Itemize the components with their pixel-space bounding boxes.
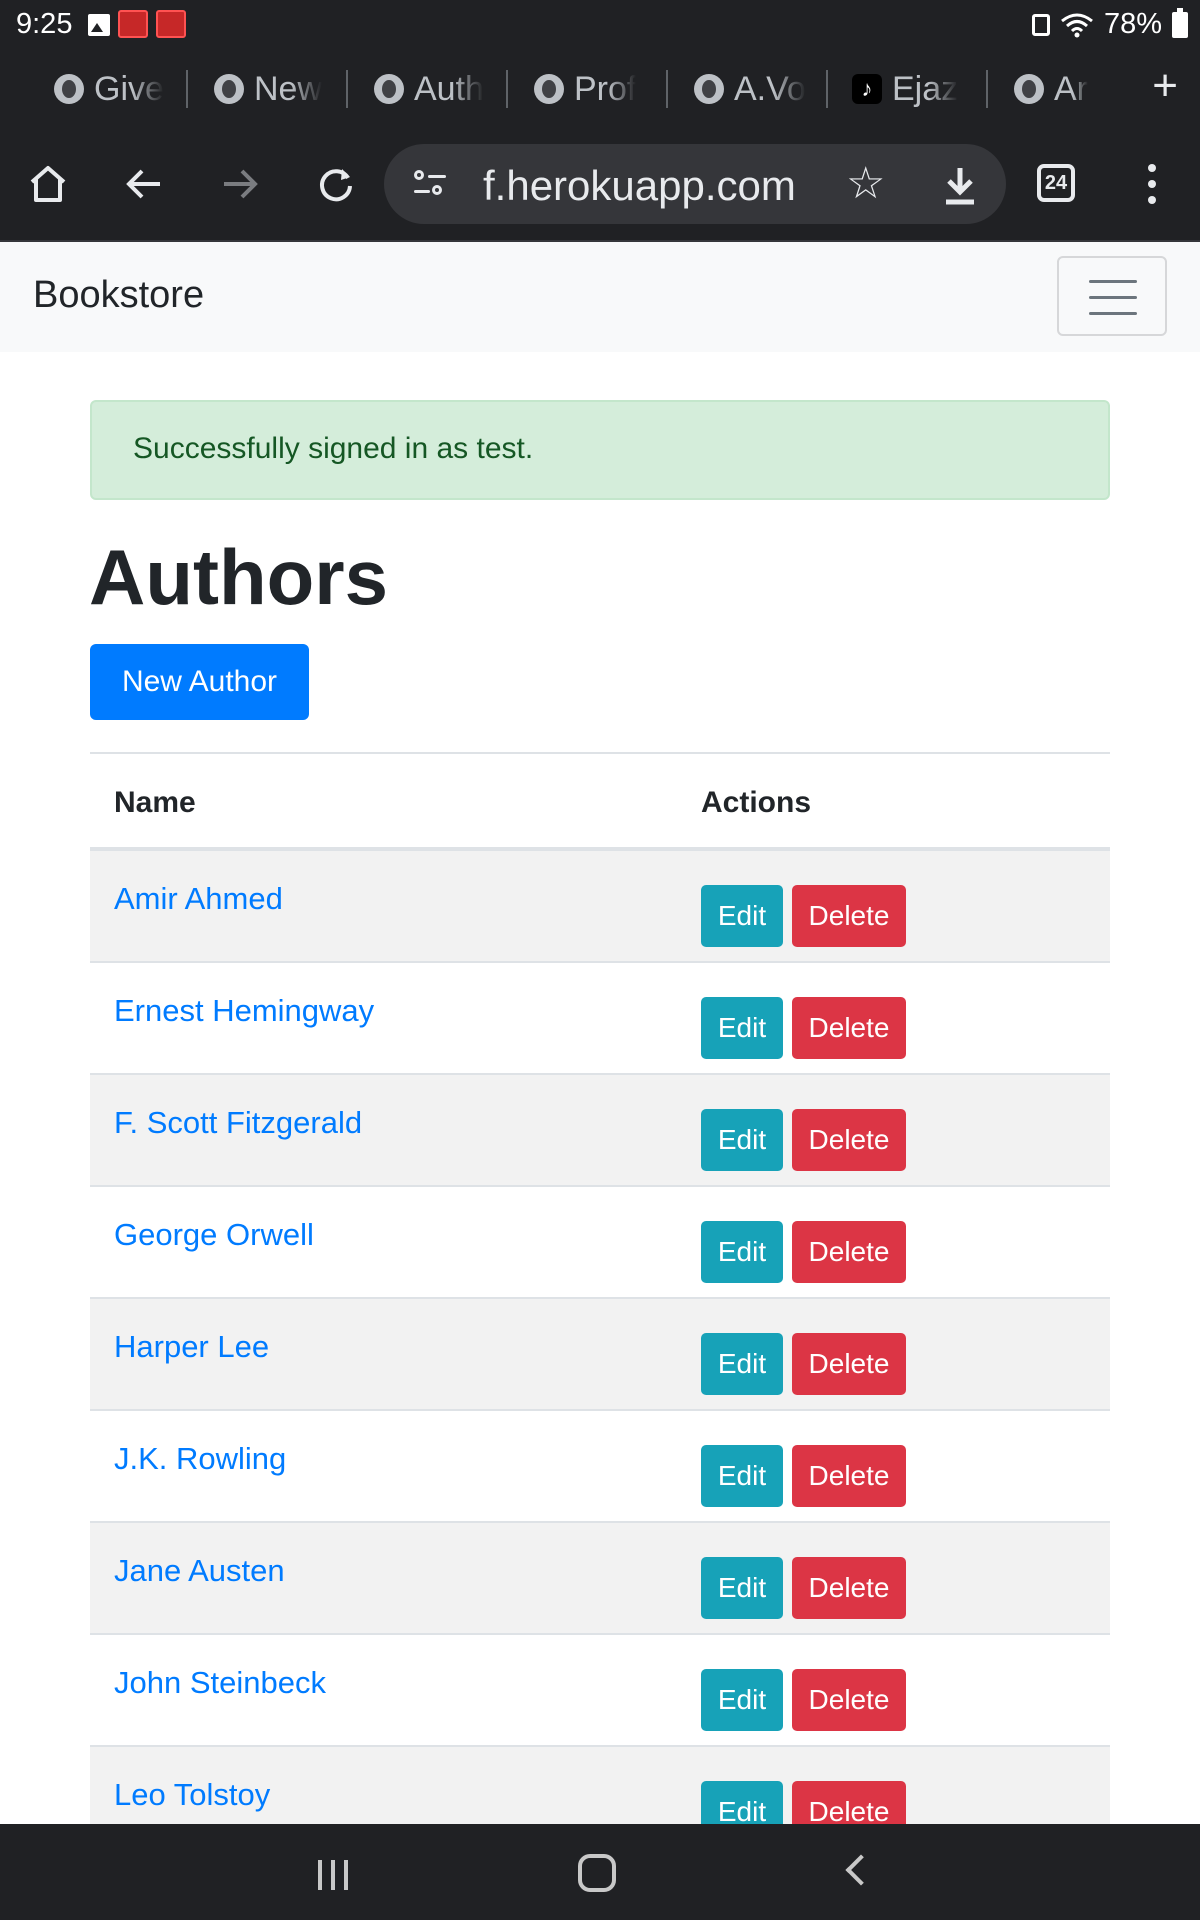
navbar-toggler-button[interactable] (1057, 256, 1167, 336)
delete-button[interactable]: Delete (792, 885, 906, 947)
author-name-link[interactable]: Harper Lee (114, 1329, 269, 1365)
lock-icon (1031, 13, 1050, 36)
browser-tab[interactable]: Ar (1014, 66, 1114, 112)
globe-icon (1014, 74, 1044, 104)
success-alert: Successfully signed in as test. (90, 400, 1110, 500)
browser-tab[interactable]: A.Vo (694, 66, 806, 112)
table-row: J.K. Rowling Edit Delete (90, 1411, 1110, 1523)
back-icon[interactable] (118, 158, 170, 210)
authors-table: Name Actions Amir Ahmed Edit Delete Ernest … (90, 752, 1110, 1859)
browser-toolbar: f.herokuapp.com ☆ 24 (0, 128, 1200, 242)
table-row: John Steinbeck Edit Delete (90, 1635, 1110, 1747)
browser-tab[interactable]: Auth (374, 66, 486, 112)
download-icon[interactable] (940, 164, 980, 208)
delete-button[interactable]: Delete (792, 1333, 906, 1395)
delete-button[interactable]: Delete (792, 1221, 906, 1283)
browser-tab[interactable]: Prof (534, 66, 646, 112)
table-row: F. Scott Fitzgerald Edit Delete (90, 1075, 1110, 1187)
delete-button[interactable]: Delete (792, 997, 906, 1059)
battery-percent: 78% (1103, 8, 1162, 40)
author-name-link[interactable]: J.K. Rowling (114, 1441, 286, 1477)
wifi-icon (1061, 13, 1093, 37)
new-tab-button[interactable]: + (1152, 64, 1178, 108)
author-name-link[interactable]: F. Scott Fitzgerald (114, 1105, 362, 1141)
browser-tab[interactable]: New (214, 66, 326, 112)
browser-tab[interactable]: Give (54, 66, 166, 112)
site-settings-icon[interactable] (414, 170, 446, 200)
address-bar[interactable]: f.herokuapp.com ☆ (384, 144, 1006, 224)
edit-button[interactable]: Edit (701, 1445, 783, 1507)
url-text[interactable]: f.herokuapp.com (483, 162, 796, 210)
bookmark-star-icon[interactable]: ☆ (846, 158, 885, 209)
table-row: Ernest Hemingway Edit Delete (90, 963, 1110, 1075)
delete-button[interactable]: Delete (792, 1109, 906, 1171)
new-author-button[interactable]: New Author (90, 644, 309, 720)
author-name-link[interactable]: Leo Tolstoy (114, 1777, 270, 1813)
column-header-name: Name (114, 786, 196, 819)
edit-button[interactable]: Edit (701, 885, 783, 947)
table-row: Amir Ahmed Edit Delete (90, 851, 1110, 963)
table-row: George Orwell Edit Delete (90, 1187, 1110, 1299)
system-icons: 78% (1031, 7, 1188, 41)
alert-message: Successfully signed in as test. (133, 432, 534, 465)
notification-icons (88, 10, 186, 38)
menu-icon[interactable] (1148, 164, 1156, 204)
tiktok-icon: ♪ (852, 74, 882, 104)
author-name-link[interactable]: Amir Ahmed (114, 881, 283, 917)
browser-tab-strip: Give New Auth Prof A.Vo ♪ Ejaz Ar (0, 50, 1200, 128)
delete-button[interactable]: Delete (792, 1445, 906, 1507)
recent-apps-icon[interactable] (318, 1860, 352, 1890)
author-name-link[interactable]: Jane Austen (114, 1553, 285, 1589)
app-notification-icon (118, 10, 148, 38)
clock: 9:25 (16, 8, 73, 40)
table-row: Harper Lee Edit Delete (90, 1299, 1110, 1411)
home-button-icon[interactable] (578, 1854, 616, 1892)
globe-icon (534, 74, 564, 104)
back-button-icon[interactable] (845, 1854, 877, 1886)
table-row: Jane Austen Edit Delete (90, 1523, 1110, 1635)
globe-icon (54, 74, 84, 104)
globe-icon (374, 74, 404, 104)
author-name-link[interactable]: Ernest Hemingway (114, 993, 374, 1029)
browser-tab[interactable]: ♪ Ejaz (852, 66, 964, 112)
gallery-icon (88, 14, 110, 36)
forward-icon (224, 169, 258, 199)
edit-button[interactable]: Edit (701, 1221, 783, 1283)
delete-button[interactable]: Delete (792, 1557, 906, 1619)
status-bar: 9:25 78% (0, 0, 1200, 50)
site-navbar: Bookstore (0, 242, 1200, 352)
author-name-link[interactable]: George Orwell (114, 1217, 314, 1253)
edit-button[interactable]: Edit (701, 1333, 783, 1395)
battery-icon (1172, 7, 1188, 38)
table-header: Name Actions (90, 752, 1110, 851)
page-title: Authors (89, 533, 388, 621)
author-name-link[interactable]: John Steinbeck (114, 1665, 326, 1701)
reload-icon[interactable] (310, 158, 362, 210)
edit-button[interactable]: Edit (701, 1109, 783, 1171)
delete-button[interactable]: Delete (792, 1669, 906, 1731)
column-header-actions: Actions (701, 786, 812, 819)
home-icon[interactable] (22, 158, 74, 210)
table-body: Amir Ahmed Edit Delete Ernest Hemingway Edit… (90, 851, 1110, 1859)
edit-button[interactable]: Edit (701, 1669, 783, 1731)
edit-button[interactable]: Edit (701, 997, 783, 1059)
brand-link[interactable]: Bookstore (33, 274, 204, 317)
edit-button[interactable]: Edit (701, 1557, 783, 1619)
globe-icon (694, 74, 724, 104)
system-navigation-bar (0, 1824, 1200, 1920)
hamburger-icon (1089, 280, 1137, 283)
app-notification-icon (156, 10, 186, 38)
chrome-icon (214, 74, 244, 104)
tab-switcher-button[interactable]: 24 (1037, 164, 1075, 202)
